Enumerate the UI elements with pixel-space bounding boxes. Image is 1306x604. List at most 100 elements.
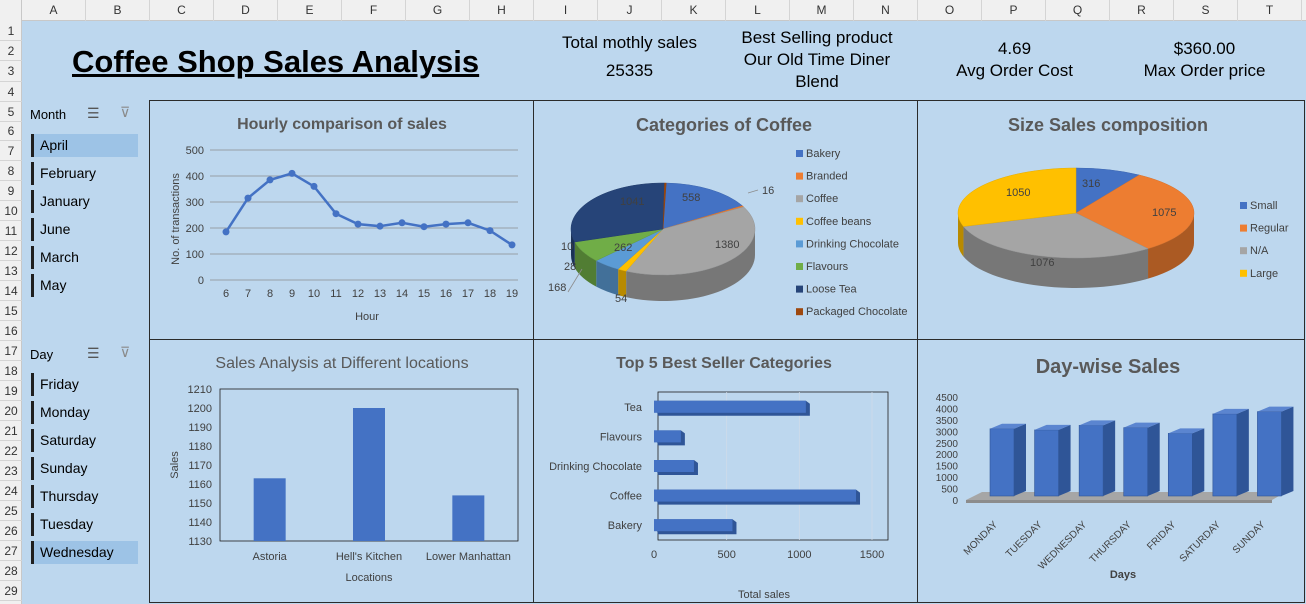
slicer-item-may[interactable]: May — [31, 274, 138, 297]
y-tick-label: 2000 — [936, 450, 959, 461]
multi-select-icon[interactable]: ☰ — [87, 345, 100, 362]
legend-label: Regular — [1250, 223, 1289, 235]
column-header[interactable]: E — [278, 0, 342, 21]
clear-filter-icon[interactable]: ⊽ — [120, 104, 130, 121]
top-categories-chart: Top 5 Best Seller Categories 0 500 1000 1500… — [549, 355, 889, 601]
x-axis-label: Hour — [355, 311, 379, 323]
column-header[interactable]: O — [918, 0, 982, 21]
row-header[interactable]: 10 — [0, 201, 22, 221]
slicer-item-sunday[interactable]: Sunday — [31, 457, 138, 480]
day-wise-panel[interactable]: Day-wise Sales 0 500 1000 1500 2000 2500 3000 35… — [917, 339, 1305, 603]
bar — [989, 428, 1015, 497]
legend-label: Packaged Chocolate — [806, 306, 908, 318]
row-header[interactable]: 18 — [0, 361, 22, 381]
row-header[interactable]: 5 — [0, 102, 22, 122]
y-tick-label: Coffee — [610, 491, 642, 503]
row-header[interactable]: 28 — [0, 561, 22, 581]
row-header[interactable]: 1 — [0, 21, 22, 41]
day-slicer-title: Day — [30, 347, 54, 362]
column-header[interactable]: J — [598, 0, 662, 21]
hourly-sales-panel[interactable]: Hourly comparison of sales 0 100 200 300 400 5… — [149, 100, 534, 340]
row-header[interactable]: 12 — [0, 241, 22, 261]
row-header[interactable]: 27 — [0, 541, 22, 561]
row-header[interactable]: 17 — [0, 341, 22, 361]
column-header[interactable]: B — [86, 0, 150, 21]
top-categories-panel[interactable]: Top 5 Best Seller Categories 0 500 1000 1500… — [533, 339, 918, 603]
row-header[interactable]: 13 — [0, 261, 22, 281]
legend-swatch — [796, 263, 803, 270]
row-header[interactable]: 23 — [0, 461, 22, 481]
column-header[interactable]: M — [790, 0, 854, 21]
row-header[interactable]: 4 — [0, 82, 22, 102]
row-header[interactable]: 11 — [0, 221, 22, 241]
y-tick-label: 100 — [186, 249, 204, 261]
column-header[interactable]: F — [342, 0, 406, 21]
row-header[interactable]: 25 — [0, 501, 22, 521]
column-header[interactable]: A — [22, 0, 86, 21]
row-header[interactable]: 7 — [0, 141, 22, 161]
slicer-item-january[interactable]: January — [31, 190, 138, 213]
column-header[interactable]: I — [534, 0, 598, 21]
row-header[interactable]: 24 — [0, 481, 22, 501]
column-header[interactable]: H — [470, 0, 534, 21]
x-tick-label: SUNDAY — [1231, 519, 1268, 556]
x-tick-label: 19 — [506, 288, 518, 300]
x-tick-label: Hell's Kitchen — [336, 551, 402, 563]
coffee-categories-panel[interactable]: Categories of Coffee 558 16 1380 54 168 262 104… — [533, 100, 918, 340]
x-tick-label: 11 — [330, 288, 341, 300]
x-tick-label: TUESDAY — [1004, 519, 1045, 560]
column-header[interactable]: R — [1110, 0, 1174, 21]
size-composition-panel[interactable]: Size Sales composition 316 1075 1076 1050 Sma… — [917, 100, 1305, 340]
slicer-item-march[interactable]: March — [31, 246, 138, 269]
column-header[interactable]: G — [406, 0, 470, 21]
legend-swatch — [796, 217, 803, 225]
slicer-item-monday[interactable]: Monday — [31, 401, 138, 424]
clear-filter-icon[interactable]: ⊽ — [120, 344, 130, 361]
select-all-corner[interactable] — [0, 0, 22, 21]
y-tick-label: 1000 — [936, 473, 959, 484]
row-header[interactable]: 16 — [0, 321, 22, 341]
column-header[interactable]: Q — [1046, 0, 1110, 21]
slicer-item-june[interactable]: June — [31, 218, 138, 241]
row-header[interactable]: 6 — [0, 122, 22, 141]
row-header[interactable]: 9 — [0, 181, 22, 201]
row-header[interactable]: 14 — [0, 281, 22, 301]
slicer-item-february[interactable]: February — [31, 162, 138, 185]
row-header[interactable]: 2 — [0, 41, 22, 61]
slicer-item-thursday[interactable]: Thursday — [31, 485, 138, 508]
data-label: 10 — [561, 241, 573, 253]
multi-select-icon[interactable]: ☰ — [87, 105, 100, 122]
column-header[interactable]: L — [726, 0, 790, 21]
row-header[interactable]: 15 — [0, 301, 22, 321]
column-header[interactable]: C — [150, 0, 214, 21]
slicer-item-tuesday[interactable]: Tuesday — [31, 513, 138, 536]
row-header[interactable]: 20 — [0, 401, 22, 421]
locations-panel[interactable]: Sales Analysis at Different locations 113… — [149, 339, 534, 603]
slicer-item-april[interactable]: April — [31, 134, 138, 157]
data-label: 54 — [615, 293, 627, 305]
slicer-item-friday[interactable]: Friday — [31, 373, 138, 396]
legend-label: Branded — [806, 171, 848, 183]
row-header[interactable]: 29 — [0, 581, 22, 601]
column-header[interactable]: N — [854, 0, 918, 21]
row-header[interactable]: 21 — [0, 421, 22, 441]
column-header[interactable]: D — [214, 0, 278, 21]
row-header[interactable]: 22 — [0, 441, 22, 461]
column-header[interactable]: T — [1238, 0, 1302, 21]
column-header[interactable]: S — [1174, 0, 1238, 21]
column-header[interactable]: K — [662, 0, 726, 21]
row-header[interactable]: 26 — [0, 521, 22, 541]
bar-side — [1147, 422, 1160, 496]
slicer-item-saturday[interactable]: Saturday — [31, 429, 138, 452]
data-point — [398, 219, 406, 227]
row-header[interactable]: 8 — [0, 161, 22, 181]
slicer-item-wednesday[interactable]: Wednesday — [31, 541, 138, 564]
y-tick-label: 300 — [186, 197, 204, 209]
row-header[interactable]: 19 — [0, 381, 22, 401]
x-tick-label: 6 — [223, 288, 229, 300]
column-header[interactable]: P — [982, 0, 1046, 21]
dashboard-area: Coffee Shop Sales Analysis Total mothly … — [22, 21, 1306, 604]
row-header[interactable]: 3 — [0, 61, 22, 82]
x-axis-label: Total sales — [738, 589, 790, 601]
bar — [253, 478, 286, 541]
